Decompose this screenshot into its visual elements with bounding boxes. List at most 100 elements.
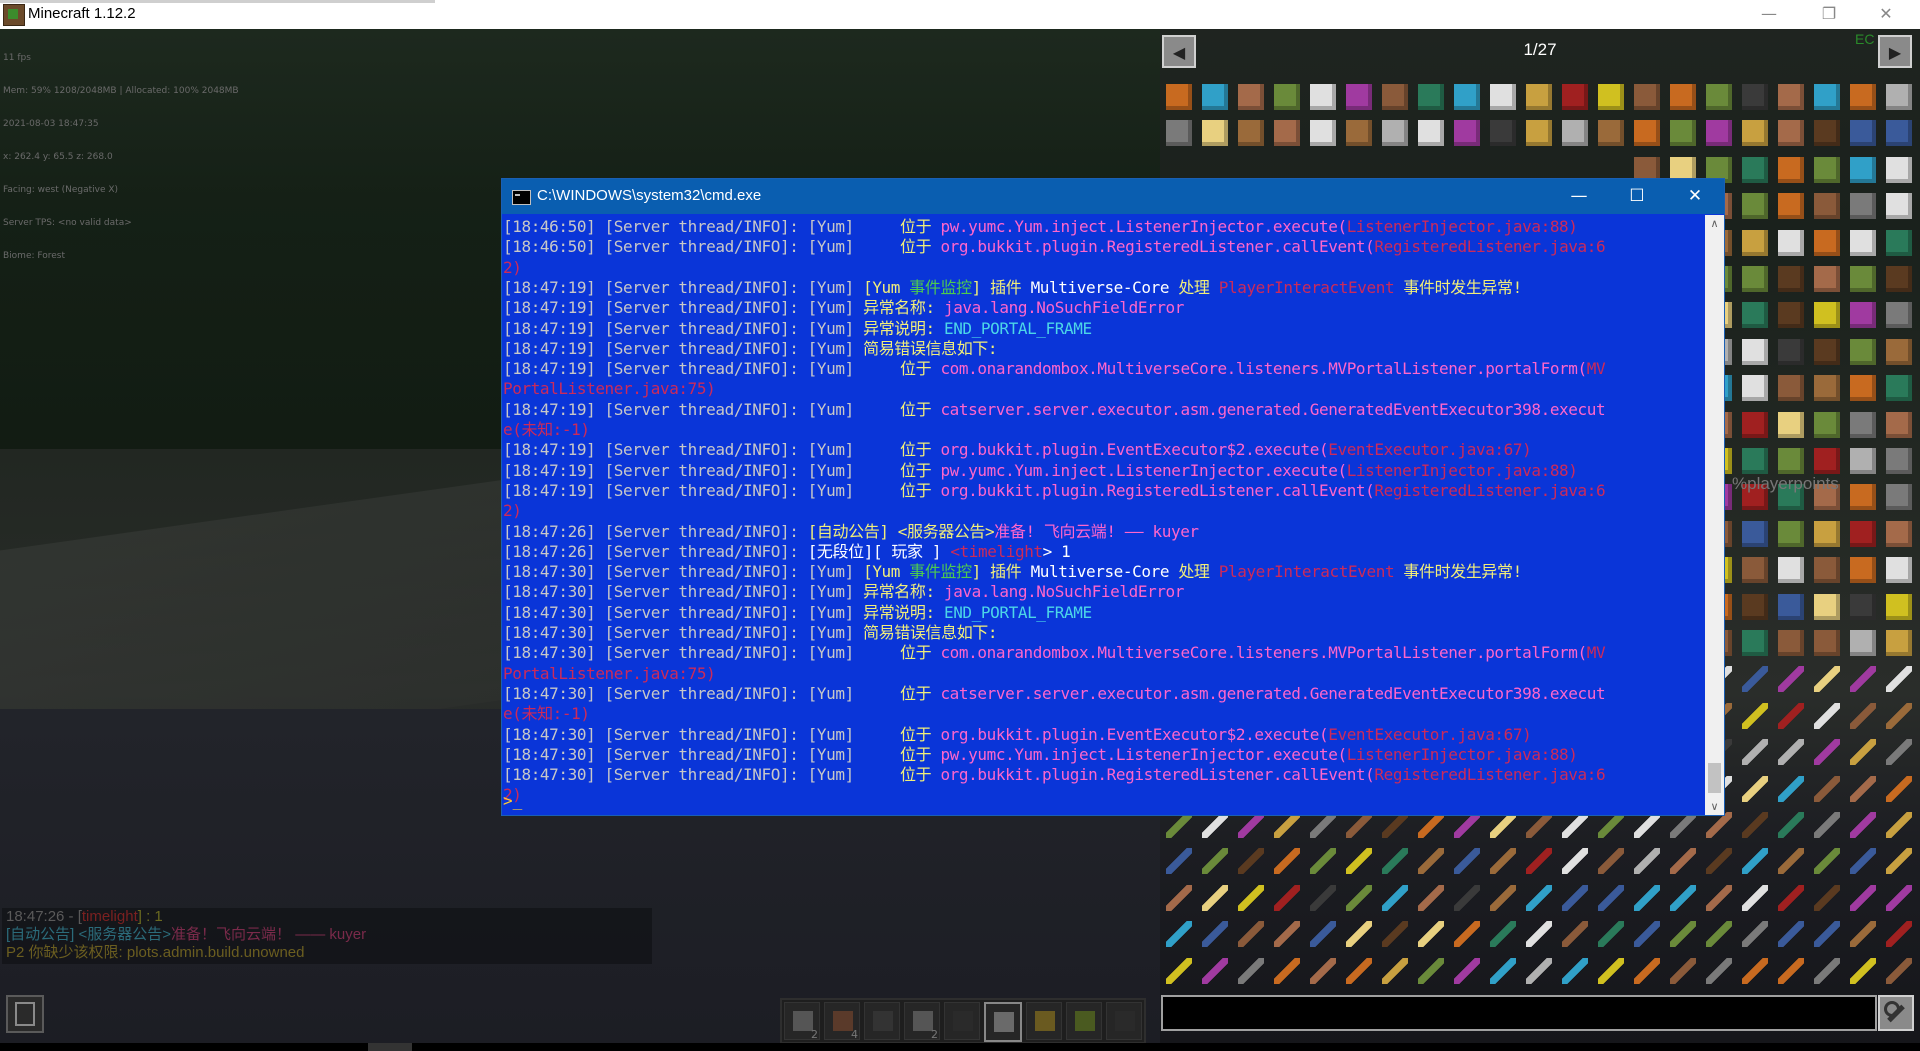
jei-item-slot[interactable] [1886, 229, 1912, 256]
jei-item-slot[interactable] [1742, 775, 1768, 802]
jei-prev-page-button[interactable]: ◀ [1162, 35, 1196, 68]
jei-item-slot[interactable] [1634, 957, 1660, 984]
jei-item-slot[interactable] [1490, 848, 1516, 875]
jei-item-slot[interactable] [1526, 921, 1552, 948]
jei-item-slot[interactable] [1238, 120, 1264, 147]
hotbar-slot[interactable] [1026, 1002, 1062, 1040]
hotbar-slot[interactable] [1106, 1002, 1142, 1040]
jei-item-slot[interactable] [1778, 739, 1804, 766]
jei-item-slot[interactable] [1670, 848, 1696, 875]
jei-item-slot[interactable] [1562, 848, 1588, 875]
jei-item-slot[interactable] [1814, 193, 1840, 220]
jei-item-slot[interactable] [1814, 957, 1840, 984]
jei-search-input[interactable] [1161, 995, 1877, 1031]
jei-item-slot[interactable] [1778, 229, 1804, 256]
jei-item-slot[interactable] [1346, 848, 1372, 875]
jei-item-slot[interactable] [1778, 557, 1804, 584]
jei-item-slot[interactable] [1814, 702, 1840, 729]
minimize-button[interactable]: — [1746, 0, 1792, 29]
jei-item-slot[interactable] [1886, 375, 1912, 402]
jei-item-slot[interactable] [1670, 84, 1696, 110]
jei-item-slot[interactable] [1382, 84, 1408, 110]
jei-item-slot[interactable] [1706, 84, 1732, 110]
jei-item-slot[interactable] [1634, 921, 1660, 948]
jei-item-slot[interactable] [1706, 884, 1732, 911]
jei-item-slot[interactable] [1886, 520, 1912, 547]
jei-item-slot[interactable] [1850, 84, 1876, 110]
hotbar-slot[interactable] [864, 1002, 900, 1040]
jei-item-slot[interactable] [1382, 921, 1408, 948]
cmd-scrollbar[interactable]: ∧ ∨ [1705, 215, 1724, 815]
jei-item-slot[interactable] [1886, 812, 1912, 838]
jei-item-slot[interactable] [1742, 848, 1768, 875]
jei-item-slot[interactable] [1814, 338, 1840, 365]
hotbar-slot[interactable]: 2 [904, 1002, 940, 1041]
cmd-prompt-cursor[interactable]: >_ [503, 791, 522, 811]
close-button[interactable]: ✕ [1863, 0, 1909, 29]
jei-item-slot[interactable] [1274, 120, 1300, 147]
restore-button[interactable]: ❐ [1806, 0, 1852, 29]
jei-item-slot[interactable] [1454, 957, 1480, 984]
jei-item-slot[interactable] [1850, 338, 1876, 365]
jei-item-slot[interactable] [1814, 848, 1840, 875]
jei-item-slot[interactable] [1166, 921, 1192, 948]
jei-item-slot[interactable] [1166, 884, 1192, 911]
jei-item-slot[interactable] [1346, 957, 1372, 984]
jei-item-slot[interactable] [1706, 120, 1732, 147]
jei-item-slot[interactable] [1202, 921, 1228, 948]
jei-item-slot[interactable] [1886, 156, 1912, 183]
jei-item-slot[interactable] [1814, 593, 1840, 620]
jei-item-slot[interactable] [1778, 120, 1804, 147]
jei-item-slot[interactable] [1202, 120, 1228, 147]
jei-item-slot[interactable] [1310, 120, 1336, 147]
jei-item-slot[interactable] [1814, 812, 1840, 838]
scroll-up-arrow-icon[interactable]: ∧ [1705, 215, 1724, 232]
jei-item-slot[interactable] [1778, 266, 1804, 292]
jei-item-slot[interactable] [1850, 921, 1876, 948]
jei-item-slot[interactable] [1274, 921, 1300, 948]
jei-item-slot[interactable] [1310, 848, 1336, 875]
jei-item-slot[interactable] [1310, 84, 1336, 110]
jei-item-slot[interactable] [1886, 848, 1912, 875]
jei-item-slot[interactable] [1850, 848, 1876, 875]
jei-item-slot[interactable] [1490, 884, 1516, 911]
jei-item-slot[interactable] [1382, 120, 1408, 147]
jei-item-slot[interactable] [1742, 375, 1768, 402]
jei-item-slot[interactable] [1814, 739, 1840, 766]
jei-item-slot[interactable] [1742, 448, 1768, 474]
jei-item-slot[interactable] [1742, 156, 1768, 183]
jei-item-slot[interactable] [1850, 884, 1876, 911]
jei-item-slot[interactable] [1562, 120, 1588, 147]
jei-item-slot[interactable] [1670, 884, 1696, 911]
jei-item-slot[interactable] [1886, 739, 1912, 766]
jei-item-slot[interactable] [1562, 84, 1588, 110]
jei-item-slot[interactable] [1526, 848, 1552, 875]
jei-item-slot[interactable] [1886, 593, 1912, 620]
jei-item-slot[interactable] [1814, 666, 1840, 693]
jei-item-slot[interactable] [1778, 884, 1804, 911]
jei-item-slot[interactable] [1418, 921, 1444, 948]
jei-item-slot[interactable] [1814, 120, 1840, 147]
jei-item-slot[interactable] [1886, 266, 1912, 292]
jei-item-slot[interactable] [1166, 957, 1192, 984]
jei-item-slot[interactable] [1886, 302, 1912, 329]
jei-item-slot[interactable] [1814, 884, 1840, 911]
jei-item-slot[interactable] [1634, 848, 1660, 875]
jei-item-slot[interactable] [1850, 739, 1876, 766]
jei-item-slot[interactable] [1598, 84, 1624, 110]
jei-item-slot[interactable] [1526, 84, 1552, 110]
jei-item-slot[interactable] [1742, 957, 1768, 984]
jei-item-slot[interactable] [1814, 630, 1840, 656]
jei-item-slot[interactable] [1742, 193, 1768, 220]
jei-item-slot[interactable] [1598, 957, 1624, 984]
jei-item-slot[interactable] [1634, 120, 1660, 147]
jei-item-slot[interactable] [1166, 84, 1192, 110]
jei-item-slot[interactable] [1778, 84, 1804, 110]
jei-item-slot[interactable] [1202, 884, 1228, 911]
jei-item-slot[interactable] [1850, 484, 1876, 511]
jei-item-slot[interactable] [1166, 120, 1192, 147]
jei-item-slot[interactable] [1886, 921, 1912, 948]
jei-item-slot[interactable] [1238, 884, 1264, 911]
scrollbar-thumb[interactable] [1708, 763, 1721, 793]
jei-item-slot[interactable] [1886, 775, 1912, 802]
